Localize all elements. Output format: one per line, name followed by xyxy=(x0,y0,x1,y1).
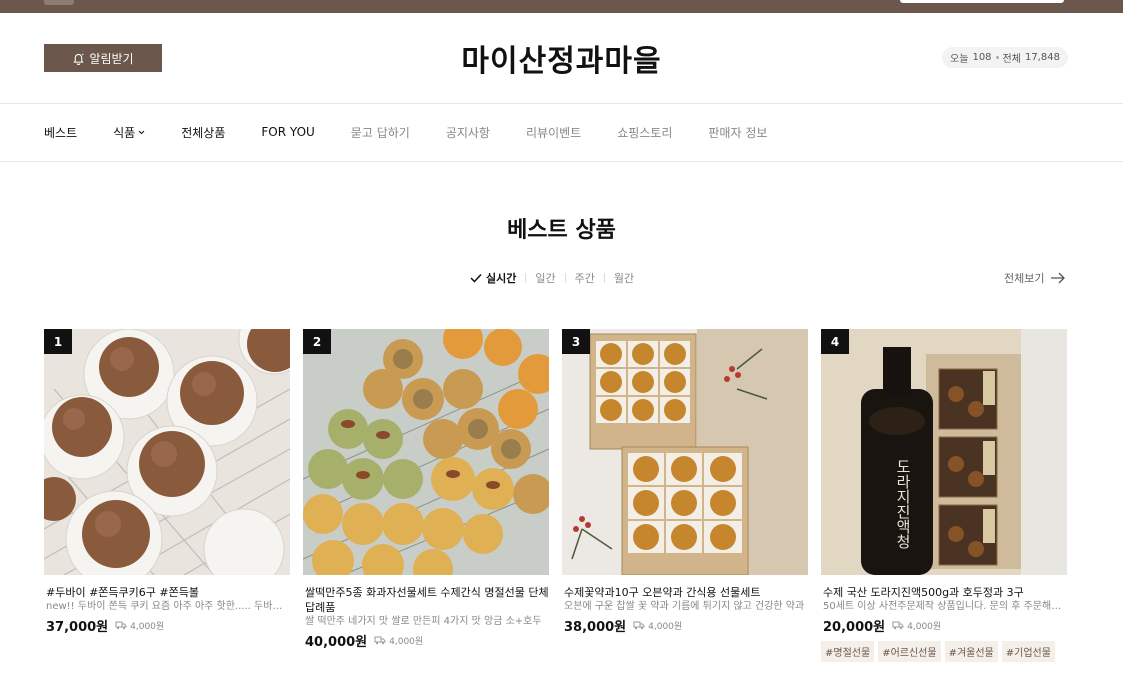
top-bar-thumbnail[interactable] xyxy=(44,0,74,5)
shipping-fee-value: 4,000원 xyxy=(648,622,683,632)
nav-label: 식품 xyxy=(113,125,136,140)
product-price: 20,000원 xyxy=(823,620,886,635)
tab-monthly[interactable]: 월간 xyxy=(614,270,634,286)
tab-separator xyxy=(603,273,605,283)
tab-separator xyxy=(564,273,566,283)
product-image[interactable]: 1 xyxy=(44,329,290,575)
price-row: 38,000원 4,000원 xyxy=(562,616,808,635)
nav-qna[interactable]: 묻고 답하기 xyxy=(351,124,410,141)
nav-all-products[interactable]: 전체상품 xyxy=(181,124,225,141)
shipping-fee: 4,000원 xyxy=(374,634,423,647)
tab-weekly[interactable]: 주간 xyxy=(575,270,595,286)
tag-chip[interactable]: #기업선물 xyxy=(1001,641,1055,662)
nav-label: 쇼핑스토리 xyxy=(617,125,673,140)
visitor-counter: 오늘 108 전체 17,848 xyxy=(942,47,1068,68)
nav-seller-info[interactable]: 판매자 정보 xyxy=(708,124,767,141)
price-row: 20,000원 4,000원 xyxy=(821,616,1067,635)
check-icon xyxy=(470,273,482,283)
product-desc: 오븐에 구운 찹쌀 꽃 약과 기름에 튀기지 않고 건강한 약과 xyxy=(564,601,805,612)
tab-daily[interactable]: 일간 xyxy=(535,270,555,286)
tag-chip[interactable]: #명절선물 xyxy=(821,641,875,662)
shipping-fee: 4,000원 xyxy=(115,619,164,632)
view-all-link[interactable]: 전체보기 xyxy=(1004,270,1066,286)
tab-realtime[interactable]: 실시간 xyxy=(470,270,516,286)
product-price: 37,000원 xyxy=(46,620,109,635)
tab-label: 주간 xyxy=(574,272,595,285)
shipping-fee-value: 4,000원 xyxy=(389,637,424,647)
truck-icon xyxy=(115,621,127,630)
product-image[interactable]: 도라지진액청 4 xyxy=(821,329,1067,575)
divider xyxy=(0,161,1123,162)
product-card[interactable]: 도라지진액청 4 수제 국산 도라지진액500g과 호두정과 3구 50세트 이… xyxy=(821,329,1067,662)
product-name[interactable]: #두바이 #쫀득쿠키6구 #쫀득볼 xyxy=(44,585,290,600)
total-count: 17,848 xyxy=(1024,52,1060,63)
top-bar-search[interactable] xyxy=(900,0,1064,3)
product-desc: new!! 두바이 쫀득 쿠키 요즘 아주 아주 핫한..... 두바이 쫀득 … xyxy=(46,601,290,612)
main-nav: 베스트 식품 전체상품 FOR YOU 묻고 답하기 공지사항 리뷰이벤트 쇼핑… xyxy=(44,104,767,160)
today-count: 108 xyxy=(972,52,992,63)
arrow-right-icon xyxy=(1051,272,1066,284)
tab-label: 월간 xyxy=(613,272,635,285)
price-row: 37,000원 4,000원 xyxy=(44,616,290,635)
nav-shopping-story[interactable]: 쇼핑스토리 xyxy=(617,124,672,141)
nav-review-event[interactable]: 리뷰이벤트 xyxy=(526,124,581,141)
product-card[interactable]: 2 쌀떡만주5종 화과자선물세트 수제간식 명절선물 단체답례품 쌀 떡만주 네… xyxy=(303,329,549,650)
nav-food[interactable]: 식품 xyxy=(113,124,145,141)
tag-chip[interactable]: #어르신선물 xyxy=(878,641,941,662)
truck-icon xyxy=(374,636,386,645)
product-desc: 50세트 이상 사전주문제작 상품입니다. 문의 후 주문해주세요 xyxy=(823,601,1067,612)
top-bar xyxy=(0,0,1123,13)
period-tabs: 실시간 일간 주간 월간 xyxy=(470,270,634,286)
separator-dot xyxy=(995,56,999,59)
nav-label: FOR YOU xyxy=(261,125,315,139)
rank-badge: 3 xyxy=(562,329,590,354)
view-all-label: 전체보기 xyxy=(1004,272,1045,285)
product-name[interactable]: 수제 국산 도라지진액500g과 호두정과 3구 xyxy=(821,585,1067,600)
rank-badge: 2 xyxy=(303,329,331,354)
tab-separator xyxy=(525,273,527,283)
section-title: 베스트 상품 xyxy=(507,218,616,243)
tag-chip[interactable]: #겨울선물 xyxy=(944,641,998,662)
truck-icon xyxy=(633,621,645,630)
nav-notice[interactable]: 공지사항 xyxy=(446,124,490,141)
truck-icon xyxy=(892,621,904,630)
product-desc: 쌀 떡만주 네가지 맛 쌀로 만든피 4가지 맛 앙금 소+호두 xyxy=(305,616,542,627)
today-label: 오늘 xyxy=(950,54,969,65)
tab-label: 일간 xyxy=(535,272,556,285)
product-name[interactable]: 수제꽃약과10구 오븐약과 간식용 선물세트 xyxy=(562,585,808,600)
chevron-down-icon xyxy=(138,130,145,134)
product-tags: #명절선물 #어르신선물 #겨울선물 #기업선물 xyxy=(821,641,1067,662)
shipping-fee-value: 4,000원 xyxy=(130,622,165,632)
product-image[interactable]: 2 xyxy=(303,329,549,575)
rank-badge: 4 xyxy=(821,329,849,354)
tab-label: 실시간 xyxy=(486,272,517,285)
nav-label: 베스트 xyxy=(44,125,78,140)
rank-badge: 1 xyxy=(44,329,72,354)
shipping-fee: 4,000원 xyxy=(892,619,941,632)
nav-label: 전체상품 xyxy=(181,125,226,140)
product-card[interactable]: 3 수제꽃약과10구 오븐약과 간식용 선물세트 오븐에 구운 찹쌀 꽃 약과 … xyxy=(562,329,808,635)
product-image[interactable]: 3 xyxy=(562,329,808,575)
nav-label: 묻고 답하기 xyxy=(350,125,410,140)
product-card[interactable]: 1 #두바이 #쫀득쿠키6구 #쫀득볼 new!! 두바이 쫀득 쿠키 요즘 아… xyxy=(44,329,290,635)
shipping-fee: 4,000원 xyxy=(633,619,682,632)
product-price: 40,000원 xyxy=(305,635,368,650)
product-name[interactable]: 쌀떡만주5종 화과자선물세트 수제간식 명절선물 단체답례품 xyxy=(303,585,549,615)
nav-label: 리뷰이벤트 xyxy=(525,125,582,140)
bottle-label: 도라지진액청 xyxy=(894,459,912,549)
nav-label: 판매자 정보 xyxy=(708,125,768,140)
nav-label: 공지사항 xyxy=(445,125,490,140)
nav-for-you[interactable]: FOR YOU xyxy=(261,125,314,139)
product-price: 38,000원 xyxy=(564,620,627,635)
nav-best[interactable]: 베스트 xyxy=(44,124,77,141)
total-label: 전체 xyxy=(1002,54,1021,65)
price-row: 40,000원 4,000원 xyxy=(303,631,549,650)
shipping-fee-value: 4,000원 xyxy=(907,622,942,632)
